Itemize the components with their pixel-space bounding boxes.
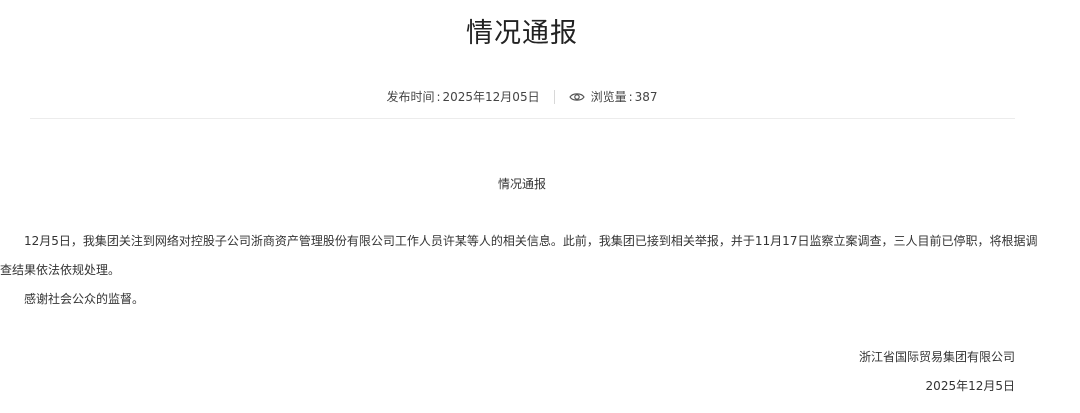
meta-row: 发布时间: 2025年12月05日 浏览量: 387	[386, 87, 658, 107]
body-paragraph: 感谢社会公众的监督。	[24, 292, 145, 306]
views-colon: :	[628, 90, 633, 104]
article-meta: 发布时间: 2025年12月05日 浏览量: 387	[0, 87, 1044, 107]
signature-organization: 浙江省国际贸易集团有限公司	[858, 350, 1015, 364]
meta-divider	[553, 90, 555, 104]
views-label: 浏览量	[590, 90, 627, 104]
signature-date: 2025年12月5日	[925, 379, 1015, 393]
article: 情况通报 发布时间: 2025年12月05日 浏览量: 387 情况通报 12月…	[0, 0, 1037, 413]
publish-date: 2025年12月05日	[442, 90, 540, 104]
views-count: 387	[634, 90, 658, 104]
publish-label: 发布时间	[386, 90, 435, 104]
header-divider	[30, 118, 1015, 119]
body-heading: 情况通报	[497, 177, 546, 191]
page-title: 情况通报	[466, 18, 578, 49]
eye-icon	[568, 93, 585, 101]
publish-colon: :	[436, 90, 441, 104]
body-paragraph: 12月5日，我集团关注到网络对控股子公司浙商资产管理股份有限公司工作人员许某等人…	[0, 234, 1038, 277]
